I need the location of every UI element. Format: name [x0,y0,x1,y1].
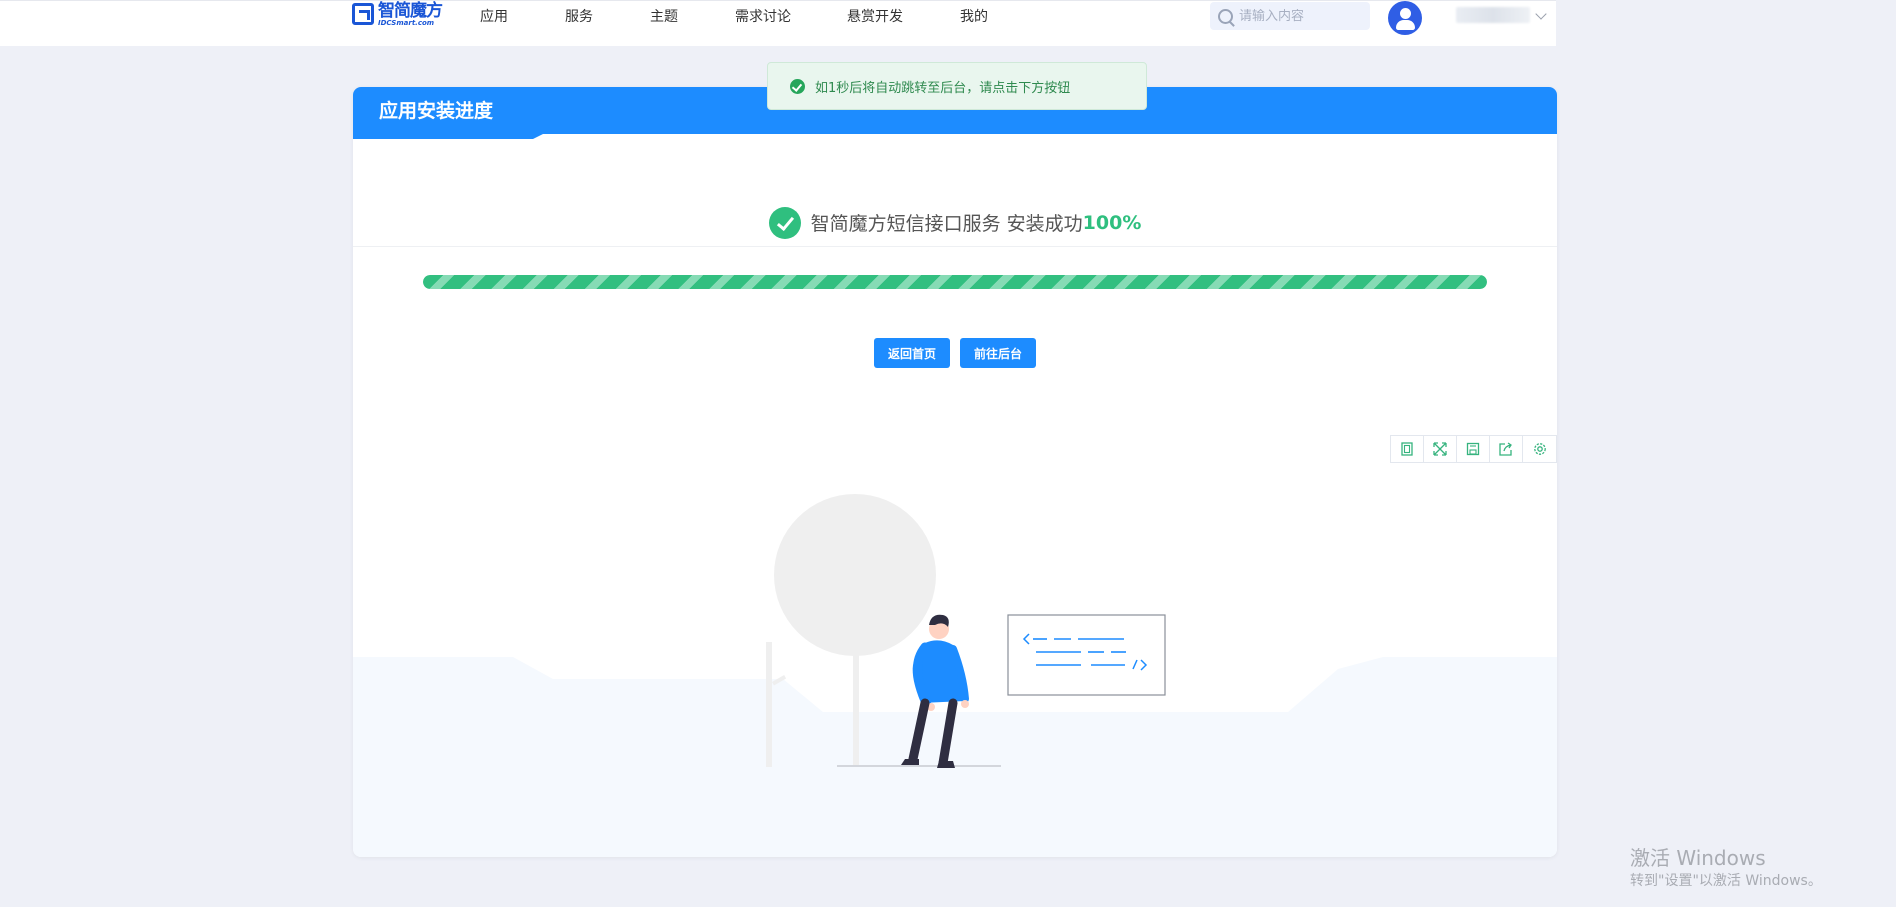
install-status: 智简魔方短信接口服务 安装成功 100% [353,199,1557,247]
search-input[interactable] [1239,8,1359,24]
logo-text: 智简魔方 [378,1,443,21]
search-icon[interactable] [1218,8,1233,24]
header-tab-accent [353,134,543,139]
nav-item-apps[interactable]: 应用 [480,6,565,26]
go-backend-button[interactable]: 前往后台 [960,338,1037,368]
top-navbar: 智简魔方 IDCSmart.com 应用 服务 主题 需求讨论 悬赏开发 我的 [0,0,1556,46]
success-check-icon [790,78,805,94]
action-buttons: 返回首页 前往后台 [353,338,1557,368]
nav-item-discussion[interactable]: 需求讨论 [735,6,847,26]
back-home-button[interactable]: 返回首页 [873,338,950,368]
nav-item-bounty[interactable]: 悬赏开发 [847,6,960,26]
install-progress-bar [423,275,1487,289]
toast-message: 如1秒后将自动跳转至后台，请点击下方按钮 [815,80,1071,96]
user-avatar-icon[interactable] [1388,1,1422,35]
chevron-down-icon[interactable] [1535,8,1547,20]
nav-item-services[interactable]: 服务 [565,6,650,26]
status-percent: 100% [1082,211,1142,234]
windows-activation-title: 激活 Windows [1630,846,1766,870]
windows-activation-subtitle: 转到"设置"以激活 Windows。 [1630,873,1822,889]
success-check-icon [768,206,801,239]
nav-item-mine[interactable]: 我的 [960,6,1045,26]
success-toast: 如1秒后将自动跳转至后台，请点击下方按钮 [767,62,1147,110]
status-text: 智简魔方短信接口服务 安装成功 [810,213,1083,235]
progress-bar-fill [423,275,1487,289]
card-title: 应用安装进度 [379,100,494,122]
install-illustration [353,494,1557,857]
nav-item-themes[interactable]: 主题 [650,6,735,26]
user-name-blurred[interactable] [1456,7,1530,23]
logo-subtext: IDCSmart.com [378,19,435,27]
site-logo[interactable]: 智简魔方 IDCSmart.com [352,1,443,27]
search-box[interactable] [1210,2,1370,30]
install-progress-card: 应用安装进度 智简魔方短信接口服务 安装成功 100% 返回首页 前往后台 [353,87,1557,857]
logo-mark-icon [352,3,374,25]
main-nav: 应用 服务 主题 需求讨论 悬赏开发 我的 [480,6,1045,26]
